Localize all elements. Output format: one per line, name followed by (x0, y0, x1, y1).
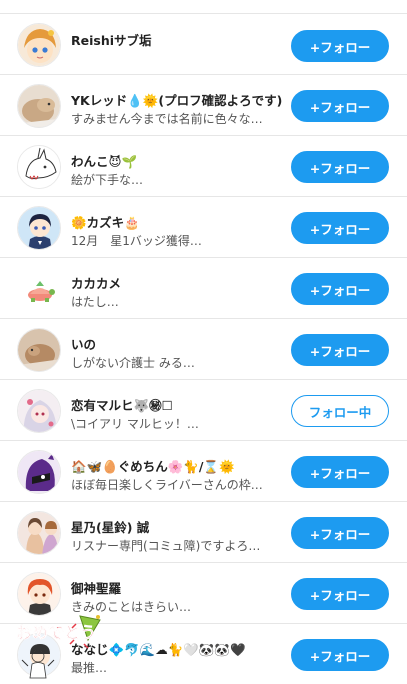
account-name: 恋有マルヒ🐺㊙☐ (71, 398, 173, 413)
avatar[interactable] (17, 267, 61, 311)
follow-button[interactable]: +フォロー (291, 90, 389, 122)
account-bio: 12月 星1バッジ獲得… (71, 234, 202, 248)
account-name: 御神聖羅 (71, 581, 122, 596)
list-item[interactable]: YKレッド💧🌞(プロフ確認よろです) すみません今までは名前に色々な… +フォロ… (0, 75, 407, 136)
avatar[interactable] (17, 450, 61, 494)
account-name: いの (71, 337, 97, 352)
account-name: Reishiサブ垢 (71, 33, 152, 48)
account-name: わんこ😈🌱 (71, 154, 138, 169)
account-name: 🌼カズキ🎂 (71, 215, 140, 230)
account-bio: すみません今までは名前に色々な… (71, 112, 263, 126)
avatar[interactable] (17, 572, 61, 616)
follow-button[interactable]: +フォロー (291, 151, 389, 183)
account-name: YKレッド💧🌞(プロフ確認よろです) (71, 93, 283, 108)
following-button[interactable]: フォロー中 (291, 395, 389, 427)
list-item[interactable]: 星乃(星鈴) 誠 リスナー専門(コミュ障)ですよろ… +フォロー (0, 502, 407, 563)
follow-button[interactable]: +フォロー (291, 639, 389, 671)
congratulations-sticker: おめでとう (14, 614, 106, 680)
avatar[interactable] (17, 328, 61, 372)
avatar[interactable] (17, 84, 61, 128)
list-item[interactable]: 🌼カズキ🎂 12月 星1バッジ獲得… +フォロー (0, 197, 407, 258)
list-item[interactable]: カカカメ はたし… +フォロー (0, 258, 407, 319)
avatar[interactable] (17, 145, 61, 189)
follow-suggestion-list: Reishiサブ垢 +フォロー YKレッド💧🌞(プロフ確認よろです) すみません… (0, 14, 407, 684)
list-item[interactable]: いの しがない介護士 みる… +フォロー (0, 319, 407, 380)
account-bio: しがない介護士 みる… (71, 356, 195, 370)
account-bio: リスナー専門(コミュ障)ですよろ… (71, 539, 261, 553)
list-item[interactable]: Reishiサブ垢 +フォロー (0, 14, 407, 75)
list-item[interactable]: わんこ😈🌱 絵が下手な… +フォロー (0, 136, 407, 197)
top-divider (0, 0, 407, 14)
list-item[interactable]: 🏠🦋🥚ぐめちん🌸🐈/⌛🌞 ほぼ毎日楽しくライバーさんの枠… +フォロー (0, 441, 407, 502)
follow-button[interactable]: +フォロー (291, 456, 389, 488)
account-bio: ほぼ毎日楽しくライバーさんの枠… (71, 478, 263, 492)
account-name: 🏠🦋🥚ぐめちん🌸🐈/⌛🌞 (71, 459, 235, 474)
follow-button[interactable]: +フォロー (291, 273, 389, 305)
account-bio: 絵が下手な… (71, 173, 144, 187)
follow-button[interactable]: +フォロー (291, 212, 389, 244)
list-item[interactable]: 恋有マルヒ🐺㊙☐ \コイアリ マルヒッ！… フォロー中 (0, 380, 407, 441)
avatar[interactable] (17, 206, 61, 250)
celebration-stamp-icon: おめでとう (16, 615, 101, 679)
follow-button[interactable]: +フォロー (291, 517, 389, 549)
avatar[interactable] (17, 389, 61, 433)
sticker-text: おめでとう (16, 623, 96, 642)
follow-button[interactable]: +フォロー (291, 578, 389, 610)
account-bio: きみのことはきらい… (71, 600, 192, 614)
account-bio: \コイアリ マルヒッ！… (71, 417, 199, 431)
follow-button[interactable]: +フォロー (291, 334, 389, 366)
avatar[interactable] (17, 23, 61, 67)
account-bio: はたし… (71, 295, 119, 309)
follow-button[interactable]: +フォロー (291, 30, 389, 62)
account-name: カカカメ (71, 276, 122, 291)
account-name: 星乃(星鈴) 誠 (71, 520, 150, 535)
avatar[interactable] (17, 511, 61, 555)
